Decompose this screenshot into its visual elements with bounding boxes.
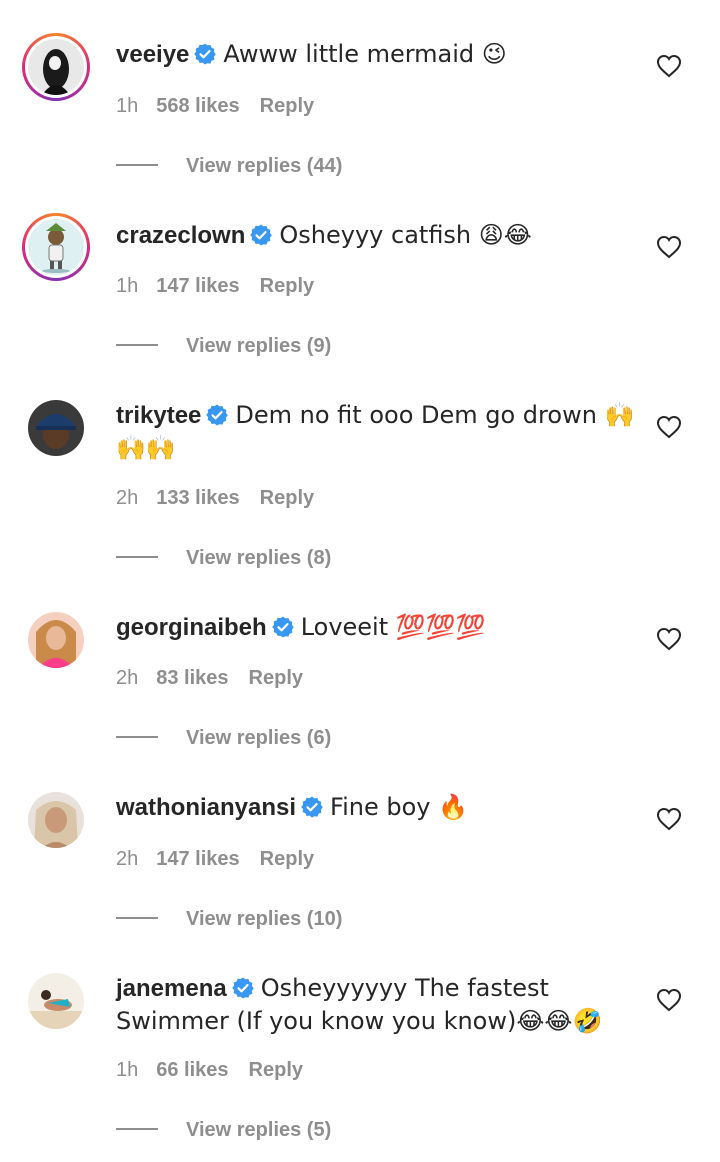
likes-count-link[interactable]: 66 likes	[156, 1058, 228, 1082]
verified-badge-icon	[194, 43, 217, 65]
view-replies-label: View replies (6)	[186, 727, 332, 749]
likes-count-link[interactable]: 147 likes	[156, 274, 239, 298]
avatar[interactable]	[22, 213, 90, 281]
avatar-image	[28, 612, 84, 668]
view-replies-button[interactable]: View replies (8)	[116, 546, 331, 570]
heart-outline-icon[interactable]	[656, 627, 682, 651]
divider-line	[116, 1128, 158, 1130]
comment-text: Loveeit 💯💯💯	[300, 613, 486, 641]
comment-timestamp: 1h	[116, 1059, 139, 1081]
reply-button[interactable]: Reply	[260, 94, 314, 118]
view-replies-label: View replies (8)	[186, 547, 332, 569]
view-replies-label: View replies (9)	[186, 335, 332, 357]
comment-username[interactable]: trikytee	[116, 402, 201, 429]
view-replies-button[interactable]: View replies (6)	[116, 726, 331, 750]
view-replies-button[interactable]: View replies (5)	[116, 1118, 331, 1142]
comment-text: Osheyyy catfish 😩😂	[279, 221, 532, 249]
view-replies-button[interactable]: View replies (9)	[116, 334, 331, 358]
divider-line	[116, 556, 158, 558]
likes-count-link[interactable]: 147 likes	[156, 847, 239, 871]
avatar[interactable]	[22, 967, 90, 1035]
reply-button[interactable]: Reply	[260, 274, 314, 298]
avatar[interactable]	[22, 786, 90, 854]
comment-text: Fine boy 🔥	[330, 793, 469, 821]
avatar[interactable]	[22, 33, 90, 101]
reply-button[interactable]: Reply	[249, 666, 303, 690]
comment-username[interactable]: veeiye	[116, 41, 189, 68]
heart-outline-icon[interactable]	[656, 807, 682, 831]
heart-outline-icon[interactable]	[656, 415, 682, 439]
comment-username[interactable]: georginaibeh	[116, 614, 267, 641]
verified-badge-icon	[206, 404, 229, 426]
avatar-image	[28, 400, 84, 456]
view-replies-label: View replies (10)	[186, 908, 343, 930]
verified-badge-icon	[231, 977, 254, 999]
view-replies-label: View replies (44)	[186, 155, 343, 177]
avatar[interactable]	[22, 606, 90, 674]
comment-username[interactable]: wathonianyansi	[116, 794, 296, 821]
comment-username[interactable]: crazeclown	[116, 222, 245, 249]
divider-line	[116, 164, 158, 166]
comment-timestamp: 1h	[116, 95, 139, 117]
avatar-image	[28, 792, 84, 848]
verified-badge-icon	[250, 224, 273, 246]
comment-username[interactable]: janemena	[116, 975, 227, 1002]
likes-count-link[interactable]: 133 likes	[156, 486, 239, 510]
comment-timestamp: 2h	[116, 667, 139, 689]
comment-timestamp: 1h	[116, 275, 139, 297]
reply-button[interactable]: Reply	[260, 486, 314, 510]
view-replies-button[interactable]: View replies (44)	[116, 154, 342, 178]
avatar-image	[28, 973, 84, 1029]
comment-timestamp: 2h	[116, 487, 139, 509]
verified-badge-icon	[271, 616, 294, 638]
divider-line	[116, 917, 158, 919]
reply-button[interactable]: Reply	[249, 1058, 303, 1082]
avatar-image	[28, 39, 84, 95]
divider-line	[116, 736, 158, 738]
reply-button[interactable]: Reply	[260, 847, 314, 871]
comment-timestamp: 2h	[116, 848, 139, 870]
avatar-image	[28, 219, 84, 275]
heart-outline-icon[interactable]	[656, 235, 682, 259]
view-replies-button[interactable]: View replies (10)	[116, 907, 342, 931]
comment-text: Awww little mermaid 😉	[223, 40, 507, 68]
heart-outline-icon[interactable]	[656, 988, 682, 1012]
avatar[interactable]	[22, 394, 90, 462]
likes-count-link[interactable]: 83 likes	[156, 666, 228, 690]
likes-count-link[interactable]: 568 likes	[156, 94, 239, 118]
view-replies-label: View replies (5)	[186, 1119, 332, 1141]
verified-badge-icon	[301, 796, 323, 818]
divider-line	[116, 344, 158, 346]
heart-outline-icon[interactable]	[656, 54, 682, 78]
